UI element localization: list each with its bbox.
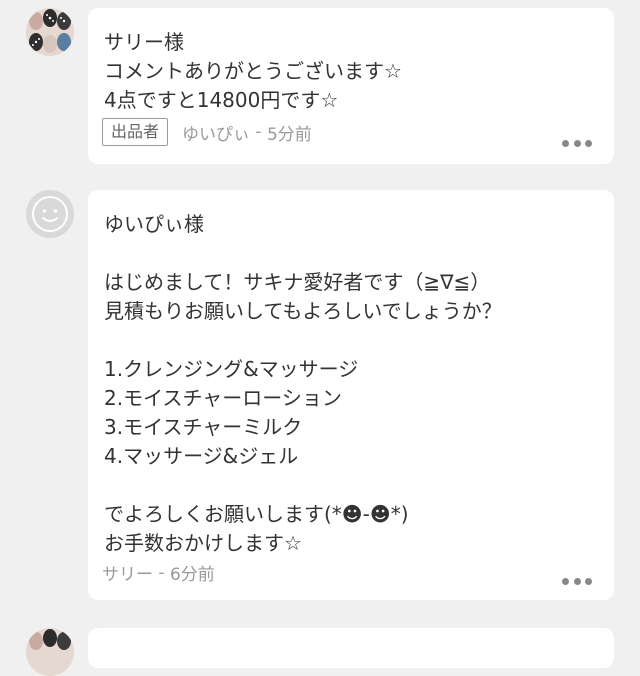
comment-item: サリー様 コメントありがとうございます☆ 4点ですと14800円です☆ 出品者 … — [0, 0, 640, 170]
more-dot — [573, 577, 581, 585]
comment-meta: サリー - 6分前 — [102, 560, 215, 586]
comment-item — [0, 622, 640, 676]
more-dot — [573, 139, 581, 147]
comment-bubble — [88, 628, 614, 668]
meta-separator: - — [153, 562, 170, 583]
comment-bubble: ゆいぴぃ様 はじめまして！サキナ愛好者です（≧∇≦） 見積もりお願いしてもよろし… — [88, 190, 614, 600]
smiley-avatar-icon — [26, 190, 74, 238]
comment-meta: 出品者 ゆいぴぃ - 5分前 — [102, 118, 312, 146]
patterned-avatar-icon — [26, 8, 74, 56]
more-dot — [562, 139, 569, 147]
comment-item: ゆいぴぃ様 はじめまして！サキナ愛好者です（≧∇≦） 見積もりお願いしてもよろし… — [0, 180, 640, 610]
more-dot — [585, 577, 592, 585]
comment-bubble: サリー様 コメントありがとうございます☆ 4点ですと14800円です☆ 出品者 … — [88, 8, 614, 164]
more-dot — [562, 577, 569, 585]
seller-avatar[interactable] — [26, 8, 74, 56]
comment-time: 5分前 — [266, 124, 312, 145]
meta-separator: - — [250, 122, 267, 142]
comment-text: サリー様 コメントありがとうございます☆ 4点ですと14800円です☆ — [104, 30, 402, 112]
seller-badge: 出品者 — [102, 118, 169, 146]
comment-author[interactable]: ゆいぴぃ — [182, 120, 250, 145]
buyer-avatar[interactable] — [26, 190, 74, 238]
seller-avatar[interactable] — [26, 628, 74, 676]
more-options-button[interactable] — [562, 136, 592, 150]
comment-time: 6分前 — [169, 565, 215, 585]
comment-text: ゆいぴぃ様 はじめまして！サキナ愛好者です（≧∇≦） 見積もりお願いしてもよろし… — [104, 212, 502, 555]
patterned-avatar-icon — [26, 628, 74, 676]
comment-author[interactable]: サリー — [102, 560, 153, 585]
more-options-button[interactable] — [562, 574, 592, 588]
more-dot — [585, 139, 592, 147]
